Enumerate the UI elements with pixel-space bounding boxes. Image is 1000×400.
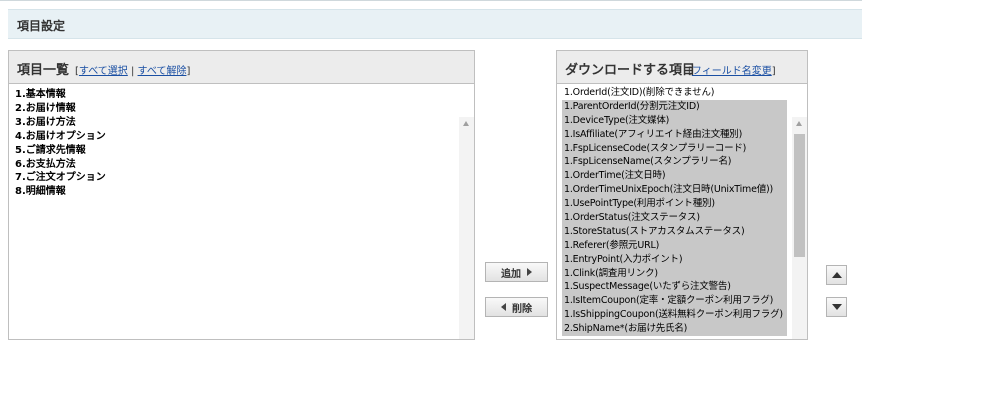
download-fields-listbox[interactable]: 1.OrderId(注文ID)(削除できません) 1.ParentOrderId(… xyxy=(557,84,807,339)
add-button[interactable]: 追加 xyxy=(485,262,548,282)
download-field-item[interactable]: 1.IsAffiliate(アフィリエイト経由注文種別) xyxy=(562,127,787,142)
delete-button[interactable]: 削除 xyxy=(485,297,548,317)
section-title: 項目設定 xyxy=(17,19,66,33)
download-field-item[interactable]: 1.OrderTime(注文日時) xyxy=(562,169,787,184)
download-field-item[interactable]: 2.ShipName*(お届け先氏名) xyxy=(562,322,787,337)
scroll-thumb[interactable] xyxy=(794,134,805,257)
download-field-item[interactable]: 1.StoreStatus(ストアカスタムステータス) xyxy=(562,224,787,239)
download-field-item[interactable]: 1.IsItemCoupon(定率・定額クーポン利用フラグ) xyxy=(562,294,787,309)
download-field-item[interactable]: 1.Clink(調査用リンク) xyxy=(562,266,787,281)
download-field-item[interactable]: 1.SuspectMessage(いたずら注文警告) xyxy=(562,280,787,295)
download-field-item[interactable]: 1.IsShippingCoupon(送料無料クーポン利用フラグ) xyxy=(562,308,787,323)
left-scrollbar[interactable] xyxy=(459,117,474,339)
download-fields-header: ダウンロードする項目 [フィールド名変更] xyxy=(557,51,807,84)
move-down-button[interactable] xyxy=(826,297,847,317)
download-field-item[interactable]: 1.FspLicenseName(スタンプラリー名) xyxy=(562,155,787,170)
category-list-item[interactable]: 8.明細情報 xyxy=(15,185,106,199)
download-field-item[interactable]: 1.OrderTimeUnixEpoch(注文日時(UnixTime値)) xyxy=(562,183,787,198)
category-list-item[interactable]: 4.お届けオプション xyxy=(15,130,106,144)
select-all-link[interactable]: すべて選択 xyxy=(79,66,128,77)
field-list-title: 項目一覧 xyxy=(17,63,70,78)
download-field-item[interactable]: 1.OrderId(注文ID)(削除できません) xyxy=(562,86,787,100)
field-list-panel: 項目一覧 [すべて選択 | すべて解除] 1.基本情報 2.お届け情報 3.お届け方… xyxy=(8,50,475,340)
scroll-up-icon[interactable] xyxy=(796,121,802,126)
download-field-item[interactable]: 1.UsePointType(利用ポイント種別) xyxy=(562,197,787,212)
category-list-item[interactable]: 3.お届け方法 xyxy=(15,116,106,130)
download-field-item[interactable]: 1.OrderStatus(注文ステータス) xyxy=(562,211,787,225)
arrow-right-icon xyxy=(527,268,532,276)
category-list-item[interactable]: 1.基本情報 xyxy=(15,88,106,102)
download-field-item[interactable]: 1.FspLicenseCode(スタンプラリーコード) xyxy=(562,141,787,156)
download-fields-links: [フィールド名変更] xyxy=(688,66,776,77)
add-button-label: 追加 xyxy=(501,268,521,280)
download-fields-panel: ダウンロードする項目 [フィールド名変更] 1.OrderId(注文ID)(削除… xyxy=(556,50,808,340)
category-list-item[interactable]: 6.お支払方法 xyxy=(15,158,106,172)
field-list-links: [すべて選択 | すべて解除] xyxy=(75,66,191,77)
field-category-listbox[interactable]: 1.基本情報 2.お届け情報 3.お届け方法 4.お届けオプション 5.ご請求先情報 6.… xyxy=(9,84,474,339)
download-field-item[interactable]: 1.Referer(参照元URL) xyxy=(562,238,787,253)
arrow-left-icon xyxy=(501,303,506,311)
download-field-item[interactable]: 1.EntryPoint(入力ポイント) xyxy=(562,252,787,267)
change-field-name-link[interactable]: フィールド名変更 xyxy=(692,66,772,77)
delete-button-label: 削除 xyxy=(512,303,532,315)
move-up-button[interactable] xyxy=(826,265,847,285)
scroll-up-icon[interactable] xyxy=(463,121,469,126)
triangle-up-icon xyxy=(831,272,842,278)
category-list-item[interactable]: 2.お届け情報 xyxy=(15,102,106,116)
download-field-item[interactable]: 1.DeviceType(注文媒体) xyxy=(562,113,787,128)
field-list-header: 項目一覧 [すべて選択 | すべて解除] xyxy=(9,51,474,84)
download-field-item[interactable]: 1.ParentOrderId(分割元注文ID) xyxy=(562,99,787,114)
download-fields-title: ダウンロードする項目 xyxy=(565,63,696,78)
top-divider xyxy=(0,0,862,1)
deselect-all-link[interactable]: すべて解除 xyxy=(138,66,187,77)
category-list-item[interactable]: 7.ご注文オプション xyxy=(15,171,106,185)
right-scrollbar[interactable] xyxy=(792,117,807,339)
section-header: 項目設定 xyxy=(8,9,862,39)
category-list-item[interactable]: 5.ご請求先情報 xyxy=(15,144,106,158)
triangle-down-icon xyxy=(831,304,842,310)
